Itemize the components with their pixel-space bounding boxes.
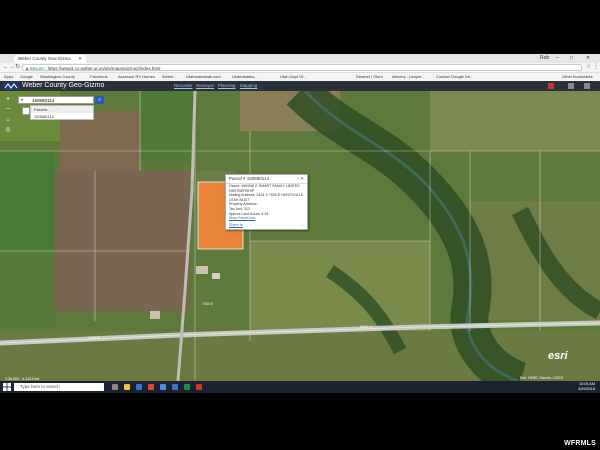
search-suggestions: Parcels 150680114 [30, 105, 94, 120]
star-icon[interactable]: ☆ [586, 63, 591, 72]
task-view-icon[interactable] [112, 384, 118, 390]
road-label: 2600 N [360, 325, 372, 329]
taskbar-search-text: Type here to search [20, 384, 60, 389]
parcel-popup: Parcel # 150680114 ▫ ✕ Owner: WAYNE E SM… [225, 174, 308, 230]
locate-icon[interactable]: ◎ [4, 126, 12, 134]
chrome-icon[interactable] [160, 384, 166, 390]
menu-mapping[interactable]: Mapping [240, 81, 257, 91]
print-icon[interactable] [584, 83, 590, 89]
zoom-in-icon[interactable]: + [4, 96, 12, 104]
excel-icon[interactable] [184, 384, 190, 390]
popup-more-icon[interactable]: ... [300, 222, 303, 227]
bookmark-item[interactable]: Utahrealestate.com [186, 73, 221, 81]
bookmark-item[interactable]: Contact Google Dri... [436, 73, 473, 81]
browser-tab-bar: Weber County Geo-Gizmo ✕ Rob – □ ✕ [0, 54, 600, 63]
office-icon[interactable] [148, 384, 154, 390]
bookmark-item[interactable]: Unitedstates... [232, 73, 258, 81]
bookmark-item[interactable]: Deseret | Store [356, 73, 383, 81]
app-header: Weber County Geo-Gizmo Recorder Surveyor… [0, 81, 600, 91]
road-label: 7000 E [202, 302, 214, 306]
edge-icon[interactable] [136, 384, 142, 390]
share-icon[interactable] [548, 83, 554, 89]
maximize-icon[interactable]: □ [570, 54, 573, 62]
popup-header: Parcel # 150680114 ▫ ✕ [226, 175, 307, 184]
bookmark-item[interactable]: Washington County [40, 73, 75, 81]
screen: Weber County Geo-Gizmo ✕ Rob – □ ✕ ← → ↻… [0, 54, 600, 393]
map-attribution: Esri, HERE, Garmin, USGS [520, 376, 563, 380]
esri-logo: esri [548, 350, 568, 362]
close-window-icon[interactable]: ✕ [586, 54, 590, 62]
maximize-popup-icon[interactable]: ▫ [297, 176, 299, 181]
word-icon[interactable] [172, 384, 178, 390]
bookmark-item[interactable]: Other bookmarks [562, 73, 593, 81]
bookmark-item[interactable]: Utah Dept Of... [280, 73, 307, 81]
bookmark-item[interactable]: Google [20, 73, 33, 81]
browser-tab[interactable]: Weber County Geo-Gizmo ✕ [14, 55, 86, 63]
user-name[interactable]: Rob [540, 54, 549, 62]
close-popup-icon[interactable]: ✕ [300, 176, 304, 181]
bookmark-item[interactable]: Assessor RV Homes [118, 73, 155, 81]
search-scope-dropdown[interactable]: ▾ [21, 97, 23, 103]
taskbar-search[interactable]: Type here to search [14, 383, 104, 391]
bookmark-item[interactable]: Weber... [162, 73, 177, 81]
menu-planning[interactable]: Planning [218, 81, 236, 91]
road-label: 7400 S [88, 336, 100, 340]
popup-line: Owner: WAYNE E SMART FAMILY LIMITED [229, 184, 300, 188]
chrome-menu-icon[interactable]: ⋮ [593, 63, 599, 72]
popup-title: Parcel # 150680114 [229, 176, 269, 181]
more-parcel-info-link[interactable]: More Parcel Info [226, 216, 307, 221]
help-icon[interactable] [568, 83, 574, 89]
secure-label: Secure [29, 66, 44, 71]
basemap-grid-icon[interactable] [22, 107, 30, 115]
suggestion-item[interactable]: 150680114 [31, 113, 93, 120]
menu-recorder[interactable]: Recorder [174, 81, 193, 91]
minimize-icon[interactable]: – [556, 54, 559, 62]
url-text: https://www3.co.weber.ut.us/gis/maps/giz… [47, 66, 161, 71]
url-field[interactable]: 🔒︎ Secure | https://www3.co.weber.ut.us/… [22, 64, 582, 71]
bookmark-item[interactable]: Facebook [90, 73, 108, 81]
bookmark-item[interactable]: Apps [4, 73, 13, 81]
address-bar: ← → ↻ 🔒︎ Secure | https://www3.co.weber.… [0, 63, 600, 73]
reload-icon[interactable]: ↻ [15, 63, 20, 72]
bookmark-item[interactable]: delivery - people... [392, 73, 425, 81]
system-tray-clock[interactable]: 10:05 AM 3/29/2018 [545, 382, 595, 392]
windows-start-icon[interactable] [3, 383, 11, 391]
app-title: Weber County Geo-Gizmo [22, 82, 105, 89]
lock-icon: 🔒︎ [26, 66, 29, 71]
clock-date: 3/29/2018 [578, 387, 595, 391]
search-icon[interactable]: ⌕ [95, 96, 104, 104]
watermark: WFRMLS [564, 440, 596, 447]
zoom-to-link[interactable]: Zoom to [229, 223, 243, 227]
tab-close-icon[interactable]: ✕ [78, 56, 82, 61]
suggestion-header: Parcels [31, 106, 93, 113]
tab-title: Weber County Geo-Gizmo [18, 56, 71, 61]
taskbar: Type here to search 10:05 AM 3/29/2018 [0, 381, 600, 393]
acrobat-icon[interactable] [196, 384, 202, 390]
home-icon[interactable]: ⌂ [4, 116, 12, 124]
menu-surveyor[interactable]: Surveyor [196, 81, 214, 91]
weber-county-logo [3, 82, 19, 90]
search-input[interactable] [30, 96, 94, 104]
zoom-out-icon[interactable]: − [4, 106, 12, 114]
file-explorer-icon[interactable] [124, 384, 130, 390]
